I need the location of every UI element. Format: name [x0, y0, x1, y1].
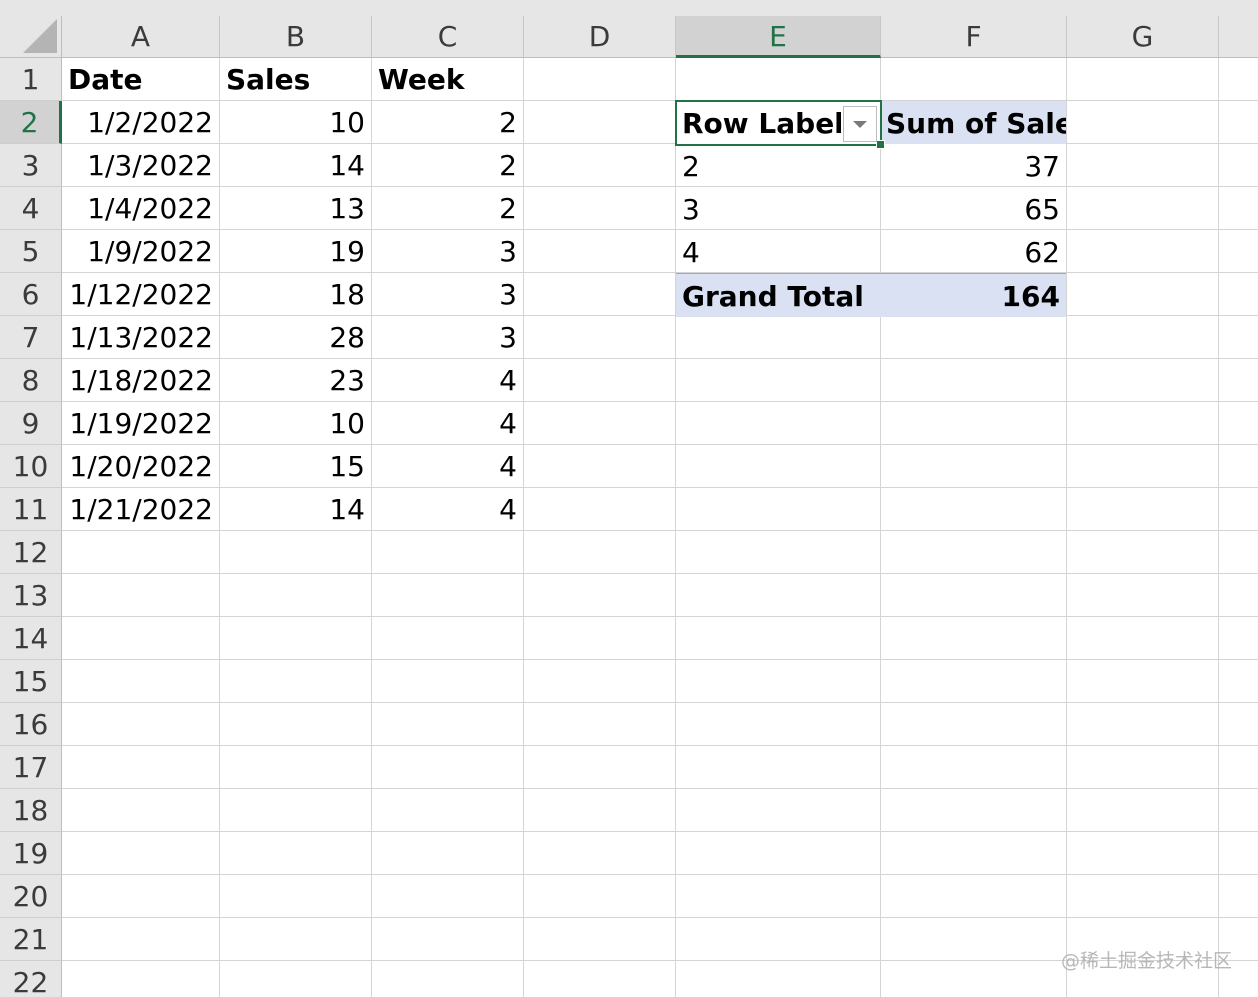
date-cell[interactable]: 1/2/2022 — [62, 101, 219, 144]
week-cell[interactable]: 3 — [372, 316, 523, 359]
grid-line — [1066, 58, 1067, 997]
row-header-6[interactable]: 6 — [0, 273, 62, 316]
week-cell[interactable]: 2 — [372, 187, 523, 230]
pivot-row-labels-header[interactable]: Row Labels — [676, 102, 841, 145]
sales-cell[interactable]: 23 — [220, 359, 371, 402]
column-header-next[interactable] — [1219, 16, 1258, 58]
row-header-20[interactable]: 20 — [0, 875, 62, 918]
week-cell[interactable]: 3 — [372, 273, 523, 316]
row-header-17[interactable]: 17 — [0, 746, 62, 789]
row-header-15[interactable]: 15 — [0, 660, 62, 703]
grid-line — [62, 788, 1258, 789]
sales-cell[interactable]: 19 — [220, 230, 371, 273]
column-header-e[interactable]: E — [676, 16, 881, 58]
pivot-row-label[interactable]: 4 — [676, 231, 880, 274]
pivot-row-label[interactable]: 3 — [676, 188, 880, 231]
column-header-c[interactable]: C — [372, 16, 524, 58]
header-sales[interactable]: Sales — [220, 58, 371, 101]
column-header-g[interactable]: G — [1067, 16, 1219, 58]
pivot-row-value[interactable]: 65 — [881, 188, 1066, 231]
sales-cell[interactable]: 18 — [220, 273, 371, 316]
column-header-a[interactable]: A — [62, 16, 220, 58]
row-header-18[interactable]: 18 — [0, 789, 62, 832]
grid-line — [62, 745, 1258, 746]
sales-cell[interactable]: 28 — [220, 316, 371, 359]
sales-cell[interactable]: 10 — [220, 101, 371, 144]
row-header-13[interactable]: 13 — [0, 574, 62, 617]
row-header-14[interactable]: 14 — [0, 617, 62, 660]
week-cell[interactable]: 2 — [372, 101, 523, 144]
row-header-16[interactable]: 16 — [0, 703, 62, 746]
pivot-grand-total-label[interactable]: Grand Total — [676, 275, 880, 318]
row-header-4[interactable]: 4 — [0, 187, 62, 230]
week-cell[interactable]: 4 — [372, 359, 523, 402]
date-cell[interactable]: 1/19/2022 — [62, 402, 219, 445]
grid-line — [62, 573, 1258, 574]
week-cell[interactable]: 4 — [372, 445, 523, 488]
top-strip — [0, 0, 1258, 16]
select-all-button[interactable] — [0, 16, 62, 58]
select-all-triangle-icon — [23, 19, 57, 53]
week-cell[interactable]: 2 — [372, 144, 523, 187]
sales-cell[interactable]: 10 — [220, 402, 371, 445]
dropdown-arrow-icon — [853, 121, 867, 128]
sales-cell[interactable]: 13 — [220, 187, 371, 230]
grid-line — [62, 831, 1258, 832]
spreadsheet: A B C D E F G 1 2 3 4 5 6 7 8 9 10 11 12 13 14 15 16 17 1… — [0, 0, 1258, 997]
sales-cell[interactable]: 15 — [220, 445, 371, 488]
grid-line — [62, 702, 1258, 703]
week-cell[interactable]: 4 — [372, 488, 523, 531]
date-cell[interactable]: 1/20/2022 — [62, 445, 219, 488]
grid-line — [62, 659, 1258, 660]
date-cell[interactable]: 1/13/2022 — [62, 316, 219, 359]
header-date[interactable]: Date — [62, 58, 219, 101]
pivot-row-value[interactable]: 62 — [881, 231, 1066, 274]
date-cell[interactable]: 1/18/2022 — [62, 359, 219, 402]
column-header-d[interactable]: D — [524, 16, 676, 58]
grid-line — [62, 917, 1258, 918]
pivot-sum-of-sales-header[interactable]: Sum of Sales — [881, 102, 1066, 145]
pivot-grand-total-value[interactable]: 164 — [881, 275, 1066, 318]
date-cell[interactable]: 1/12/2022 — [62, 273, 219, 316]
date-cell[interactable]: 1/21/2022 — [62, 488, 219, 531]
row-header-7[interactable]: 7 — [0, 316, 62, 359]
row-header-21[interactable]: 21 — [0, 918, 62, 961]
date-cell[interactable]: 1/9/2022 — [62, 230, 219, 273]
pivot-filter-button[interactable] — [843, 106, 877, 142]
date-cell[interactable]: 1/4/2022 — [62, 187, 219, 230]
column-header-f[interactable]: F — [881, 16, 1067, 58]
row-header-5[interactable]: 5 — [0, 230, 62, 273]
row-header-1[interactable]: 1 — [0, 58, 62, 101]
grid-line — [62, 874, 1258, 875]
row-header-8[interactable]: 8 — [0, 359, 62, 402]
row-header-11[interactable]: 11 — [0, 488, 62, 531]
watermark: @稀土掘金技术社区 — [1060, 950, 1232, 972]
column-header-b[interactable]: B — [220, 16, 372, 58]
row-header-12[interactable]: 12 — [0, 531, 62, 574]
grid-line — [1218, 58, 1219, 997]
row-header-2[interactable]: 2 — [0, 101, 62, 144]
row-header-10[interactable]: 10 — [0, 445, 62, 488]
pivot-row-value[interactable]: 37 — [881, 145, 1066, 188]
row-header-22[interactable]: 22 — [0, 961, 62, 997]
row-header-19[interactable]: 19 — [0, 832, 62, 875]
grid-line — [523, 58, 524, 997]
header-week[interactable]: Week — [372, 58, 523, 101]
week-cell[interactable]: 4 — [372, 402, 523, 445]
week-cell[interactable]: 3 — [372, 230, 523, 273]
row-header-9[interactable]: 9 — [0, 402, 62, 445]
row-header-3[interactable]: 3 — [0, 144, 62, 187]
pivot-row-label[interactable]: 2 — [676, 145, 880, 188]
sales-cell[interactable]: 14 — [220, 488, 371, 531]
grid-line — [62, 616, 1258, 617]
sales-cell[interactable]: 14 — [220, 144, 371, 187]
date-cell[interactable]: 1/3/2022 — [62, 144, 219, 187]
